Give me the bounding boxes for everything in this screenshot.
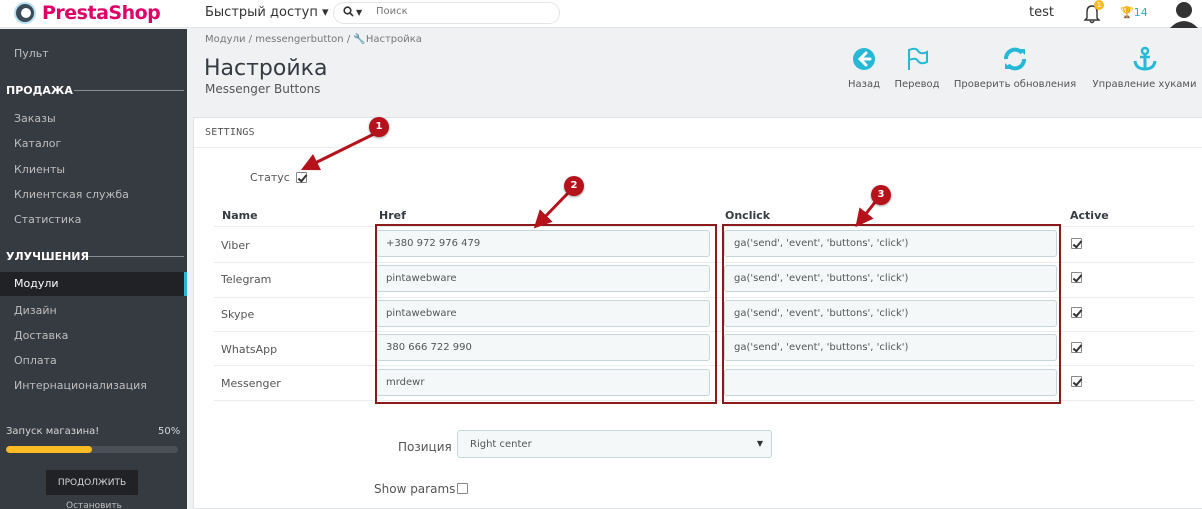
sidebar-item-customer-service[interactable]: Клиентская служба	[14, 188, 129, 201]
search-input[interactable]	[376, 6, 546, 17]
active-checkbox[interactable]	[1071, 376, 1082, 387]
annotation-marker: 2	[564, 176, 584, 196]
search-icon[interactable]	[343, 6, 354, 20]
divider	[88, 256, 184, 257]
flag-icon	[904, 46, 930, 72]
annotation-marker: 1	[369, 117, 389, 137]
position-select[interactable]: Right center ▼	[457, 430, 772, 458]
breadcrumb-current: Настройка	[365, 34, 422, 45]
arrow-left-icon	[851, 46, 877, 72]
sidebar-item-customers[interactable]: Клиенты	[14, 163, 65, 176]
sidebar-item-design[interactable]: Дизайн	[14, 304, 57, 317]
annotation-marker: 3	[871, 185, 891, 205]
refresh-icon	[1002, 46, 1028, 72]
divider	[74, 90, 184, 91]
launch-progress-bar	[6, 446, 178, 453]
sidebar-item-modules[interactable]: Модули	[0, 272, 187, 296]
prestashop-logo-icon	[14, 2, 36, 24]
status-label: Статус	[250, 171, 290, 184]
continue-button[interactable]: ПРОДОЛЖИТЬ	[46, 470, 138, 495]
chevron-down-icon[interactable]: ▼	[356, 8, 362, 17]
breadcrumb-module[interactable]: messengerbutton	[255, 34, 343, 45]
sidebar-item-payment[interactable]: Оплата	[14, 354, 57, 367]
sidebar-item-catalog[interactable]: Каталог	[14, 137, 61, 150]
translate-label: Перевод	[894, 79, 940, 90]
logo[interactable]: PrestaShop	[14, 1, 161, 25]
sidebar: Пульт ПРОДАЖА Заказы Каталог Клиенты Кли…	[0, 29, 187, 509]
position-label: Позиция	[398, 440, 452, 454]
href-highlight-box	[375, 224, 717, 404]
breadcrumb-modules[interactable]: Модули	[205, 34, 245, 45]
trophy-icon: 🏆	[1120, 6, 1134, 19]
panel-header: SETTINGS	[194, 118, 1202, 148]
manage-hooks-button[interactable]: Управление хуками	[1089, 46, 1200, 90]
avatar[interactable]	[1166, 0, 1202, 28]
settings-panel: SETTINGS Статус Name Href Onclick Active…	[193, 117, 1202, 509]
check-updates-label: Проверить обновления	[953, 79, 1077, 90]
show-params-label: Show params	[374, 482, 456, 496]
row-name: Messenger	[221, 377, 281, 390]
sidebar-item-orders[interactable]: Заказы	[14, 112, 56, 125]
breadcrumb: Модули / messengerbutton / 🔧Настройка	[205, 34, 422, 45]
sidebar-item-label: Модули	[14, 277, 59, 290]
stop-link[interactable]: Остановить	[66, 501, 122, 509]
row-name: Skype	[221, 308, 255, 321]
top-header: PrestaShop Быстрый доступ ▾ ▼ test 1 🏆14	[0, 0, 1202, 28]
status-checkbox[interactable]	[296, 172, 307, 183]
column-header-name: Name	[222, 209, 258, 222]
sidebar-item-international[interactable]: Интернационализация	[14, 379, 147, 392]
manage-hooks-label: Управление хуками	[1092, 79, 1197, 90]
quick-access-menu[interactable]: Быстрый доступ ▾	[205, 5, 329, 20]
active-checkbox[interactable]	[1071, 342, 1082, 353]
user-name[interactable]: test	[1029, 5, 1054, 20]
position-value: Right center	[470, 439, 532, 450]
search-bar: ▼	[333, 2, 560, 24]
page-subtitle: Messenger Buttons	[205, 82, 321, 96]
active-checkbox[interactable]	[1071, 307, 1082, 318]
show-params-checkbox[interactable]	[457, 483, 468, 494]
brand-name: PrestaShop	[42, 2, 161, 24]
chevron-down-icon: ▼	[756, 439, 763, 448]
trophy-badge[interactable]: 🏆14	[1120, 6, 1148, 19]
column-header-href: Href	[379, 209, 406, 222]
panel-title: SETTINGS	[205, 127, 255, 138]
sidebar-item-dashboard[interactable]: Пульт	[14, 47, 49, 60]
column-header-onclick: Onclick	[725, 209, 771, 222]
progress-fill	[6, 446, 92, 453]
trophy-count: 14	[1133, 6, 1148, 19]
translate-button[interactable]: Перевод	[892, 46, 942, 90]
launch-label: Запуск магазина!	[6, 426, 100, 437]
row-name: Telegram	[221, 273, 272, 286]
row-name: WhatsApp	[221, 343, 278, 356]
anchor-icon	[1132, 46, 1158, 72]
back-button[interactable]: Назад	[846, 46, 882, 90]
sidebar-section-improve: УЛУЧШЕНИЯ	[6, 250, 89, 263]
active-checkbox[interactable]	[1071, 238, 1082, 249]
sidebar-item-shipping[interactable]: Доставка	[14, 329, 68, 342]
column-header-active: Active	[1070, 209, 1109, 222]
active-checkbox[interactable]	[1071, 272, 1082, 283]
sidebar-item-stats[interactable]: Статистика	[14, 213, 81, 226]
sidebar-section-sell: ПРОДАЖА	[6, 84, 73, 97]
launch-percent: 50%	[158, 426, 181, 437]
onclick-highlight-box	[722, 224, 1061, 404]
notification-badge: 1	[1094, 0, 1104, 10]
wrench-icon: 🔧	[353, 34, 366, 45]
back-label: Назад	[847, 79, 880, 90]
row-name: Viber	[221, 239, 250, 252]
page-title: Настройка	[204, 56, 328, 81]
check-updates-button[interactable]: Проверить обновления	[951, 46, 1079, 90]
